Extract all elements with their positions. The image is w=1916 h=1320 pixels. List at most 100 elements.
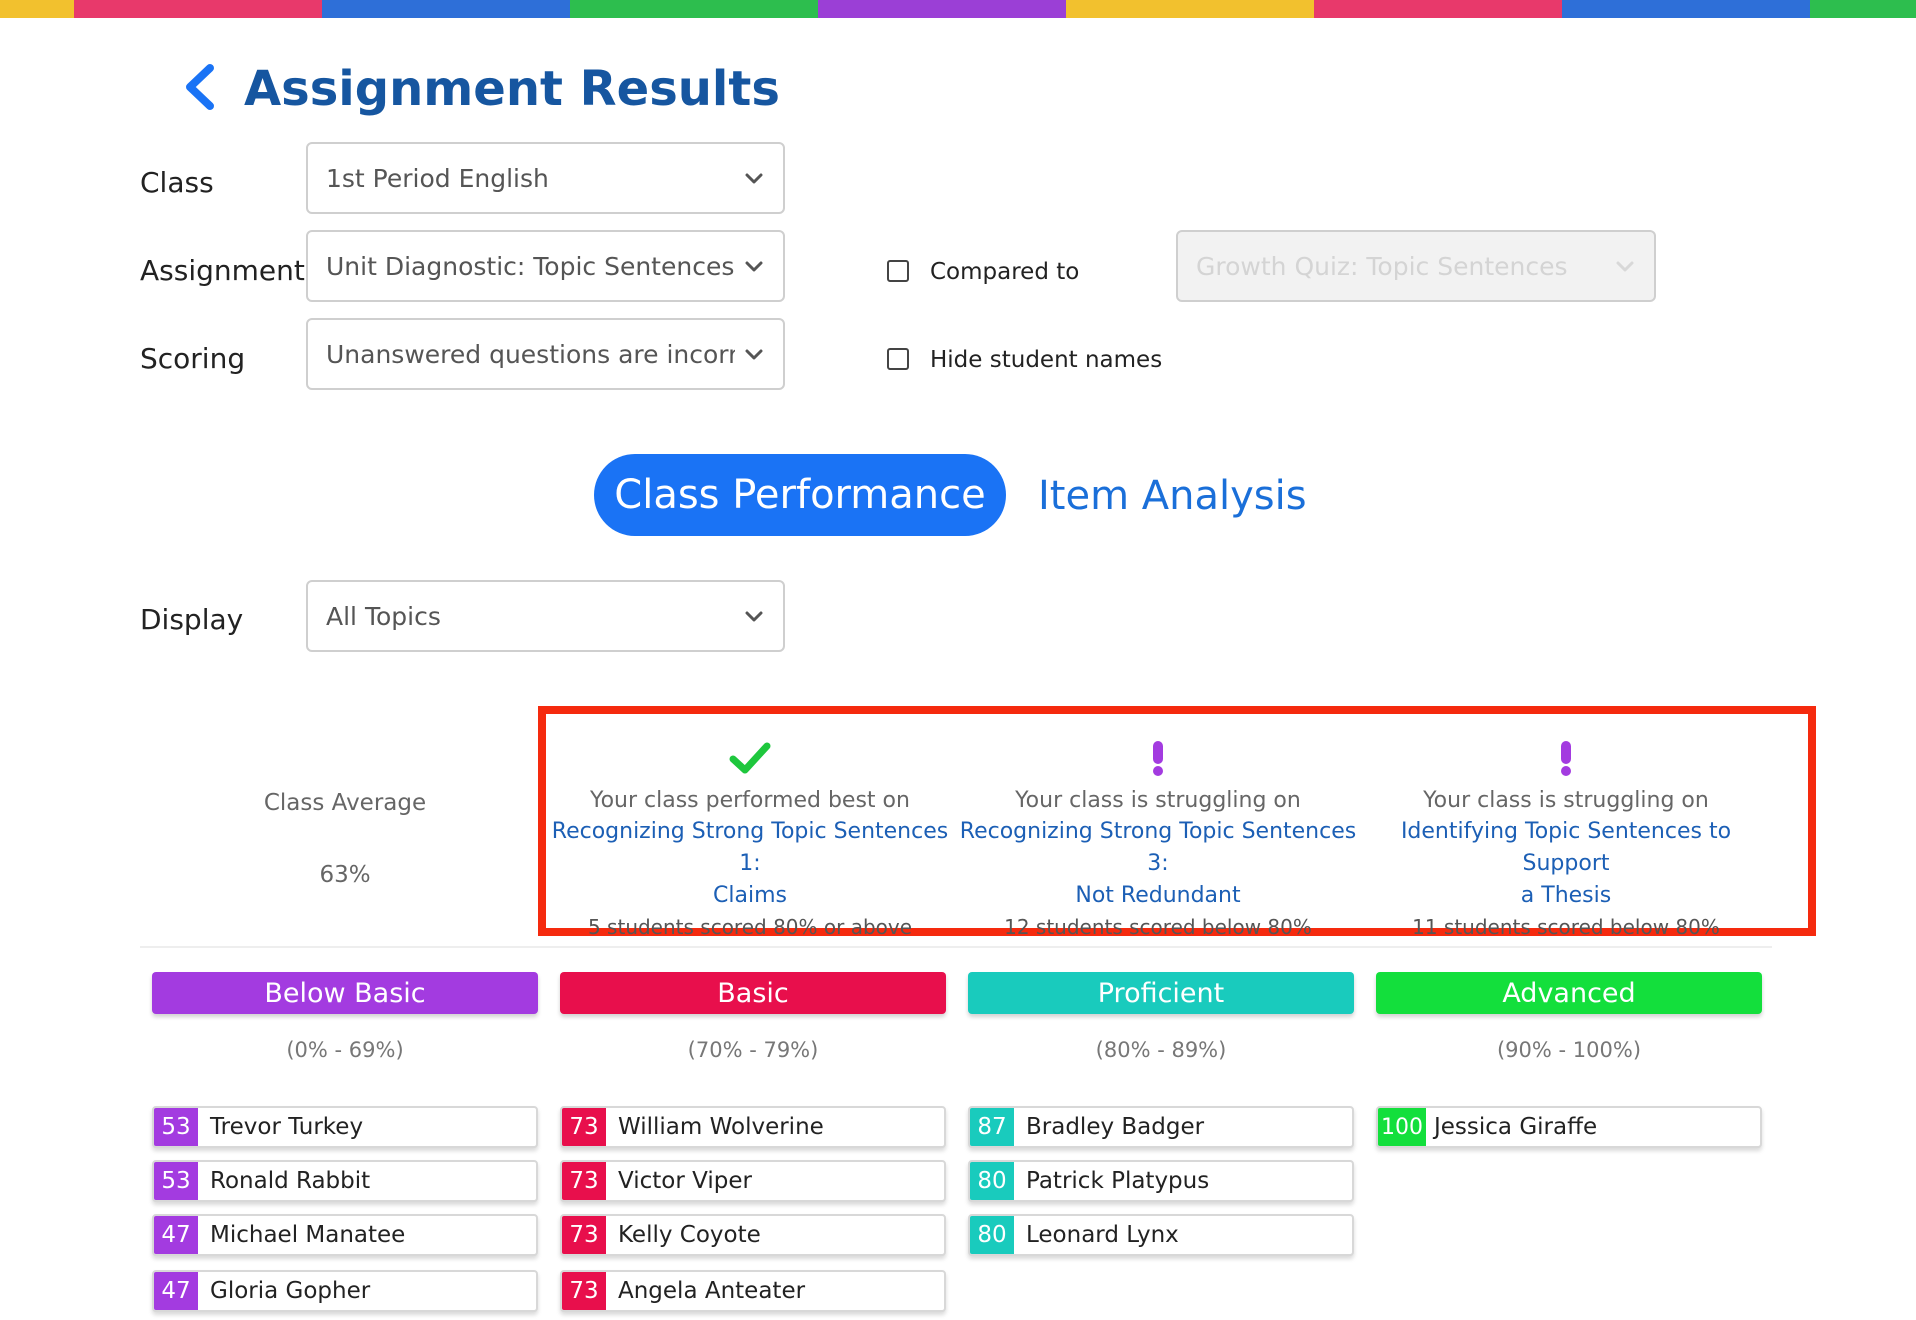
rainbow-segment: [74, 0, 322, 18]
insight-topic-line: Identifying Topic Sentences to Support: [1400, 819, 1732, 876]
compared-to-checkbox[interactable]: [887, 260, 909, 282]
chevron-down-icon: [1616, 261, 1634, 272]
insight-topic-line: Recognizing Strong Topic Sentences 3:: [959, 819, 1357, 876]
chevron-down-icon: [745, 261, 763, 272]
rainbow-top-bar: [0, 0, 1916, 18]
exclamation-icon: [1362, 738, 1770, 778]
assignment-select-value: Unit Diagnostic: Topic Sentences: [326, 251, 735, 281]
chevron-down-icon: [745, 611, 763, 622]
student-name: Patrick Platypus: [1026, 1168, 1210, 1194]
scoring-select-value: Unanswered questions are incorrect: [326, 339, 735, 369]
insight-lead: Your class performed best on: [590, 788, 910, 813]
tab-class-performance[interactable]: Class Performance: [594, 454, 1006, 536]
student-score: 53: [154, 1108, 198, 1146]
insight-topic-link[interactable]: Recognizing Strong Topic Sentences 3: No…: [954, 816, 1362, 912]
assignment-select[interactable]: Unit Diagnostic: Topic Sentences: [306, 230, 785, 302]
insights-panel: Your class performed best on Recognizing…: [538, 706, 1816, 939]
student-name: Trevor Turkey: [210, 1114, 364, 1140]
range-basic: (70% - 79%): [687, 1038, 819, 1062]
student-card[interactable]: 80 Patrick Platypus: [968, 1160, 1354, 1202]
student-score: 47: [154, 1216, 198, 1254]
class-average-value: 63%: [319, 862, 371, 888]
student-name: Gloria Gopher: [210, 1278, 371, 1304]
student-name: Angela Anteater: [618, 1278, 806, 1304]
insight-foot: 12 students scored below 80%: [1004, 915, 1312, 939]
insight-topic-line: Not Redundant: [1075, 883, 1241, 908]
rainbow-segment: [0, 0, 74, 18]
band-below-basic: Below Basic: [152, 972, 538, 1014]
rainbow-segment: [1562, 0, 1810, 18]
student-card[interactable]: 73 William Wolverine: [560, 1106, 946, 1148]
student-card[interactable]: 53 Ronald Rabbit: [152, 1160, 538, 1202]
band-advanced: Advanced: [1376, 972, 1762, 1014]
compared-to-label: Compared to: [930, 259, 1080, 285]
class-average-label: Class Average: [263, 790, 427, 816]
student-card[interactable]: 80 Leonard Lynx: [968, 1214, 1354, 1256]
student-name: Victor Viper: [618, 1168, 752, 1194]
display-select-value: All Topics: [326, 601, 441, 631]
student-score: 47: [154, 1272, 198, 1310]
chevron-down-icon: [745, 173, 763, 184]
band-proficient: Proficient: [968, 972, 1354, 1014]
insight-topic-line: a Thesis: [1520, 883, 1612, 908]
student-score: 53: [154, 1162, 198, 1200]
compared-to-select: Growth Quiz: Topic Sentences: [1176, 230, 1656, 302]
display-select[interactable]: All Topics: [306, 580, 785, 652]
rainbow-segment: [1810, 0, 1916, 18]
insight-topic-link[interactable]: Identifying Topic Sentences to Support a…: [1362, 816, 1770, 912]
student-score: 87: [970, 1108, 1014, 1146]
insight-struggle: Your class is struggling on Recognizing …: [954, 738, 1362, 942]
insight-topic-line: Claims: [713, 883, 787, 908]
rainbow-segment: [322, 0, 570, 18]
class-select-value: 1st Period English: [326, 163, 549, 193]
student-name: Bradley Badger: [1026, 1114, 1205, 1140]
student-card[interactable]: 73 Victor Viper: [560, 1160, 946, 1202]
student-score: 80: [970, 1162, 1014, 1200]
student-name: Jessica Giraffe: [1434, 1114, 1598, 1140]
chevron-down-icon: [745, 349, 763, 360]
student-name: William Wolverine: [618, 1114, 824, 1140]
insight-topic-link[interactable]: Recognizing Strong Topic Sentences 1: Cl…: [546, 816, 954, 912]
tab-item-analysis[interactable]: Item Analysis: [1038, 470, 1307, 522]
insight-foot: 5 students scored 80% or above: [587, 915, 913, 939]
scoring-select[interactable]: Unanswered questions are incorrect: [306, 318, 785, 390]
scoring-label: Scoring: [140, 342, 246, 375]
student-card[interactable]: 73 Kelly Coyote: [560, 1214, 946, 1256]
page-title: Assignment Results: [244, 61, 780, 117]
rainbow-segment: [818, 0, 1066, 18]
insight-foot: 11 students scored below 80%: [1412, 915, 1720, 939]
student-score: 73: [562, 1162, 606, 1200]
band-basic: Basic: [560, 972, 946, 1014]
student-score: 80: [970, 1216, 1014, 1254]
student-card[interactable]: 73 Angela Anteater: [560, 1270, 946, 1312]
student-name: Kelly Coyote: [618, 1222, 761, 1248]
insight-struggle: Your class is struggling on Identifying …: [1362, 738, 1770, 942]
student-name: Ronald Rabbit: [210, 1168, 371, 1194]
student-card[interactable]: 100 Jessica Giraffe: [1376, 1106, 1762, 1148]
chevron-left-icon[interactable]: [180, 62, 220, 112]
class-select[interactable]: 1st Period English: [306, 142, 785, 214]
student-name: Michael Manatee: [210, 1222, 406, 1248]
student-card[interactable]: 87 Bradley Badger: [968, 1106, 1354, 1148]
student-score: 100: [1378, 1108, 1426, 1146]
student-score: 73: [562, 1216, 606, 1254]
student-score: 73: [562, 1272, 606, 1310]
student-card[interactable]: 53 Trevor Turkey: [152, 1106, 538, 1148]
checkmark-icon: [546, 738, 954, 778]
class-label: Class: [140, 166, 214, 199]
range-below-basic: (0% - 69%): [286, 1038, 404, 1062]
display-label: Display: [140, 603, 244, 636]
student-card[interactable]: 47 Michael Manatee: [152, 1214, 538, 1256]
rainbow-segment: [1314, 0, 1562, 18]
range-advanced: (90% - 100%): [1496, 1038, 1642, 1062]
hide-names-checkbox[interactable]: [887, 348, 909, 370]
exclamation-icon: [954, 738, 1362, 778]
rainbow-segment: [1066, 0, 1314, 18]
section-divider: [140, 946, 1772, 948]
insight-lead: Your class is struggling on: [1015, 788, 1301, 813]
insight-best: Your class performed best on Recognizing…: [546, 738, 954, 942]
student-card[interactable]: 47 Gloria Gopher: [152, 1270, 538, 1312]
hide-names-label: Hide student names: [930, 347, 1163, 373]
insight-topic-line: Recognizing Strong Topic Sentences 1:: [551, 819, 949, 876]
compared-to-select-value: Growth Quiz: Topic Sentences: [1196, 251, 1568, 281]
